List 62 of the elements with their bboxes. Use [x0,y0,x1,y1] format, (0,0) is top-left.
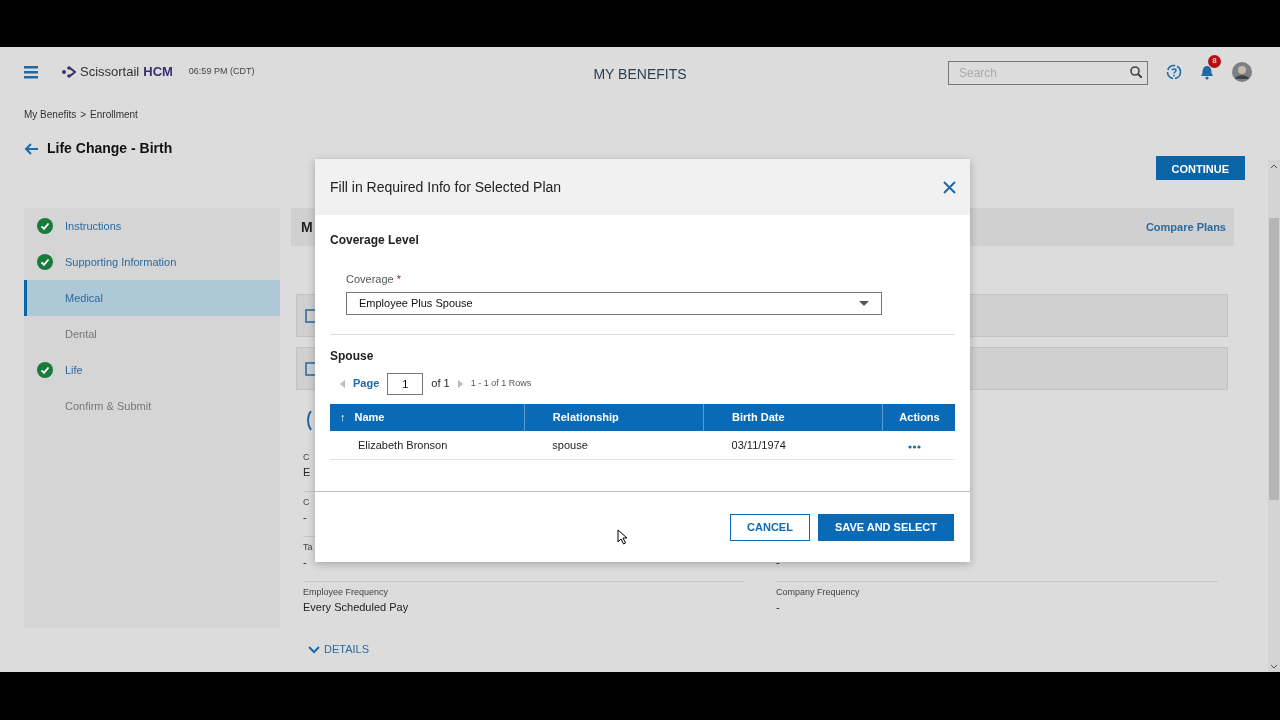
search-icon[interactable] [1130,65,1142,78]
sort-arrow-icon[interactable]: ↑ [340,408,346,426]
field-label: Employee Frequency [303,586,390,599]
field-label: Company Frequency [776,586,861,599]
modal-title: Fill in Required Info for Selected Plan [330,177,562,197]
chevron-down-icon [308,644,320,654]
column-header[interactable]: Actions [882,403,955,431]
step-item[interactable]: Dental [24,316,280,352]
breadcrumb-separator: > [80,108,87,122]
column-header[interactable]: Birth Date [703,403,883,431]
step-item[interactable]: Medical [24,280,280,316]
step-item[interactable]: Confirm & Submit [24,388,280,424]
section-title: Coverage Level [330,232,420,249]
breadcrumb-link[interactable]: My Benefits [24,107,77,122]
field-value: Every Scheduled Pay [303,600,410,615]
page-heading: Life Change - Birth [47,139,173,158]
field-label: C [303,496,311,509]
coverage-dropdown[interactable]: Employee Plus Spouse [346,291,882,315]
scrollbar[interactable] [1268,160,1280,672]
help-icon[interactable] [1166,64,1182,80]
menu-icon[interactable] [24,65,38,79]
save-and-select-button[interactable]: SAVE AND SELECT [817,513,954,541]
cursor-icon [617,529,628,545]
brand-name: Scissortail [80,63,140,82]
brand-suffix: HCM [143,63,173,82]
page-label: Page [353,376,380,392]
cancel-button[interactable]: CANCEL [730,513,810,541]
continue-button[interactable]: CONTINUE [1155,156,1245,180]
time-text: 06:59 PM (CDT) [188,65,255,79]
step-item[interactable]: Supporting Information [24,244,280,280]
caret-icon [859,300,869,306]
column-header[interactable]: ↑ Name [330,403,525,431]
row-range: 1 - 1 of 1 Rows [470,376,532,390]
breadcrumb-link[interactable]: Enrollment [90,107,138,122]
table-cell: Elizabeth Bronson [330,430,525,460]
step-item[interactable]: Instructions [24,208,280,244]
field-label: Ta [303,541,314,554]
compare-plans-link[interactable]: Compare Plans [1145,218,1226,236]
field-value: - [303,510,308,525]
field-label: C [303,451,311,464]
step-item[interactable]: Life [24,352,280,388]
bell-icon[interactable] [1200,64,1214,80]
notification-count: 8 [1208,54,1221,68]
details-toggle[interactable]: DETAILS [308,641,370,658]
panel-title: M [301,217,313,237]
table-cell: spouse [524,430,704,460]
more-options-icon[interactable] [907,444,921,449]
logo-icon [62,65,76,79]
field-value: E [303,465,312,480]
page-input[interactable]: 1 [387,372,424,395]
back-arrow-icon[interactable] [24,141,39,156]
field-value: - [776,600,781,615]
table-cell: 03/11/1974 [703,430,883,460]
close-icon[interactable] [943,180,956,194]
section-title: Spouse [330,347,375,365]
page-title: MY BENEFITS [593,66,687,82]
column-header[interactable]: Relationship [524,403,704,431]
field-label: Coverage * [346,272,403,287]
avatar[interactable] [1232,62,1252,82]
field-value: - [303,555,308,570]
page-count: of 1 [431,376,450,392]
field-value: - [776,555,781,570]
